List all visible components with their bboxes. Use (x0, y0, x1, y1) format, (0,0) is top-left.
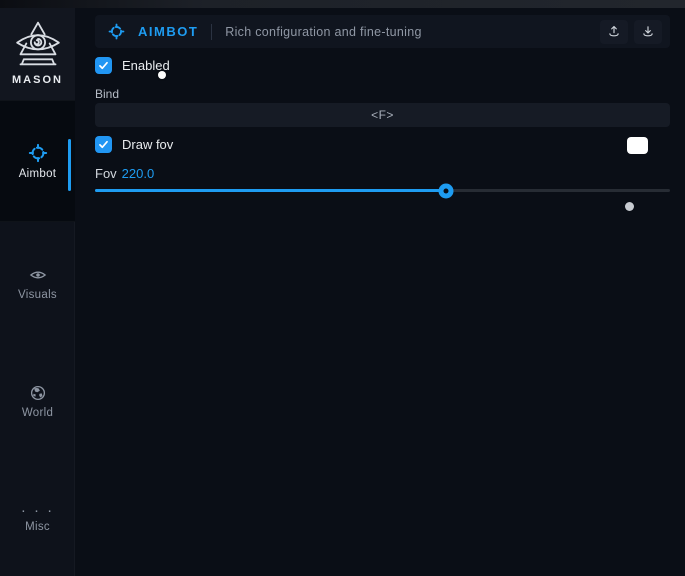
brand-logo: MASON (0, 8, 75, 100)
ellipsis-icon: · · · (21, 506, 54, 516)
bind-value: <F> (371, 108, 394, 122)
upload-icon (607, 24, 621, 39)
enabled-checkbox[interactable] (95, 57, 112, 74)
sidebar-item-label: Misc (25, 521, 50, 533)
crosshair-icon (108, 23, 125, 40)
header-divider (211, 24, 212, 40)
mouse-cursor-dot (158, 71, 166, 79)
fov-slider-fill (95, 189, 446, 192)
draw-fov-label: Draw fov (122, 137, 173, 152)
bind-label: Bind (95, 87, 119, 101)
sidebar-item-label: Visuals (18, 289, 57, 301)
download-config-button[interactable] (634, 20, 662, 44)
checkmark-icon (98, 139, 109, 150)
checkmark-icon (98, 60, 109, 71)
mason-menu-window: MASON Aimbot Visuals (0, 0, 685, 576)
draw-fov-row: Draw fov (95, 136, 173, 153)
panel-title: AIMBOT (138, 24, 198, 39)
indicator-dot (625, 202, 634, 211)
sidebar-item-label: Aimbot (19, 168, 57, 180)
panel-header: AIMBOT Rich configuration and fine-tunin… (95, 15, 670, 48)
upload-config-button[interactable] (600, 20, 628, 44)
sidebar-item-aimbot[interactable]: Aimbot (0, 100, 75, 222)
sidebar-item-visuals[interactable]: Visuals (0, 248, 75, 318)
bind-input[interactable]: <F> (95, 103, 670, 127)
panel-subtitle: Rich configuration and fine-tuning (225, 25, 594, 39)
fov-slider-handle[interactable] (438, 183, 453, 198)
sidebar: MASON Aimbot Visuals (0, 8, 75, 576)
active-tab-indicator (68, 139, 71, 191)
draw-fov-checkbox[interactable] (95, 136, 112, 153)
fov-label-text: Fov (95, 166, 117, 181)
sidebar-item-world[interactable]: World (0, 366, 75, 436)
fov-value: 220.0 (122, 166, 155, 181)
eye-icon (29, 266, 47, 284)
brand-name: MASON (12, 74, 63, 86)
mason-eye-pyramid-icon (13, 20, 63, 72)
window-top-strip (0, 0, 685, 8)
sidebar-item-misc[interactable]: · · · Misc (0, 484, 75, 554)
fov-color-swatch[interactable] (627, 137, 648, 154)
aimbot-panel: AIMBOT Rich configuration and fine-tunin… (76, 8, 685, 576)
sidebar-item-label: World (22, 407, 53, 419)
crosshair-icon (28, 143, 48, 163)
globe-icon (29, 384, 47, 402)
fov-slider[interactable] (95, 182, 670, 198)
fov-label: Fov 220.0 (95, 166, 154, 181)
download-icon (641, 24, 655, 39)
